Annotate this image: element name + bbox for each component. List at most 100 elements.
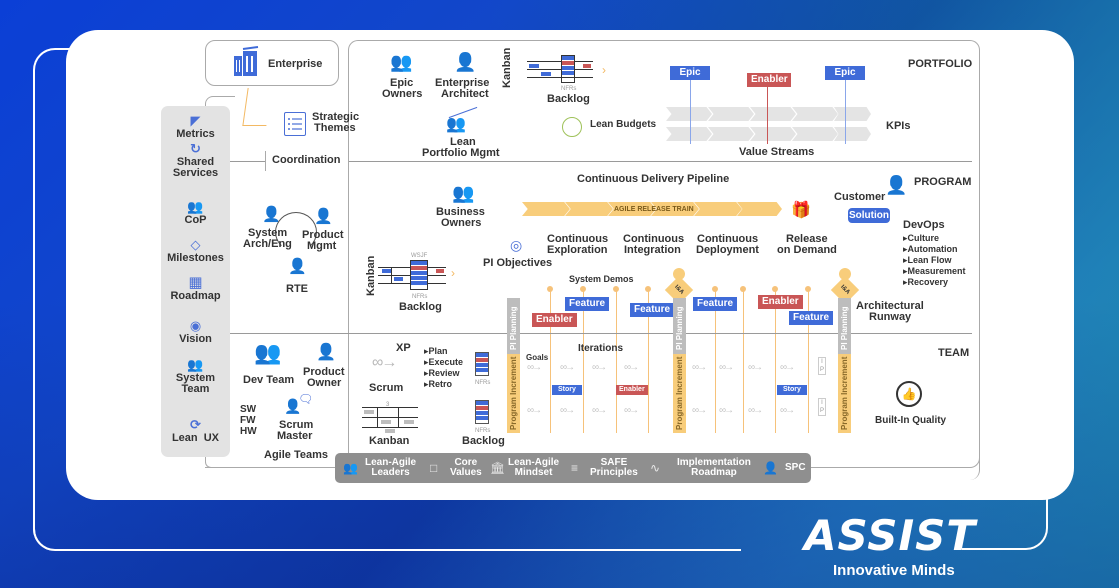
built-in-quality-label: Built-In Quality bbox=[875, 415, 947, 426]
sidebar-item-lean-ux[interactable]: ⟳ Lean UX bbox=[161, 418, 230, 444]
sidebar-item-cop[interactable]: 👥 CoP bbox=[161, 200, 230, 226]
program-enabler-tag-2[interactable]: Enabler bbox=[758, 295, 803, 309]
iterations-label: Iterations bbox=[578, 343, 624, 354]
team-enabler-tag[interactable]: Enabler bbox=[616, 385, 648, 395]
epic-owners-icon: 👥 bbox=[390, 52, 413, 72]
solution-button[interactable]: Solution bbox=[848, 208, 890, 223]
ceremony-item: ▸Execute bbox=[424, 357, 464, 367]
value-stream-track bbox=[666, 107, 871, 147]
sidebar-item-milestones[interactable]: ◇ Milestones bbox=[161, 238, 230, 264]
devops-item: ▸Culture bbox=[903, 233, 940, 243]
sidebar-item-roadmap[interactable]: ▦ Roadmap bbox=[161, 275, 230, 302]
system-arch-label-2: Arch/Eng bbox=[243, 238, 292, 250]
eye-icon: ◉ bbox=[189, 318, 202, 333]
portfolio-epic-tag-1[interactable]: Epic bbox=[670, 66, 710, 80]
program-feature-tag-2[interactable]: Feature bbox=[630, 303, 675, 317]
portfolio-epic-tag-2[interactable]: Epic bbox=[825, 66, 865, 80]
foundation-safe-principles[interactable]: SAFE Principles bbox=[590, 458, 638, 478]
business-owners-icon: 👥 bbox=[452, 183, 475, 203]
scrum-label: Scrum bbox=[369, 382, 404, 394]
mindset-icon: 🏛 bbox=[490, 461, 506, 475]
enterprise-label: Enterprise bbox=[268, 58, 323, 70]
pi-planning-bar-1[interactable]: PI Planning bbox=[507, 298, 520, 354]
portfolio-kanban-board[interactable] bbox=[527, 55, 593, 83]
spc-icon: 👤 bbox=[763, 461, 778, 475]
program-increment-bar-1[interactable]: Program Increment bbox=[507, 354, 520, 433]
enterprise-architect-label-2: Architect bbox=[441, 88, 489, 100]
cdp-title: Continuous Delivery Pipeline bbox=[577, 173, 730, 185]
coordination-label: Coordination bbox=[272, 154, 341, 166]
art-label: AGILE RELEASE TRAIN bbox=[614, 206, 694, 213]
portfolio-enabler-tag[interactable]: Enabler bbox=[747, 73, 791, 87]
program-team-divider bbox=[230, 333, 972, 334]
foundation-spc[interactable]: SPC bbox=[785, 463, 806, 473]
lean-portfolio-label-2: Portfolio Mgmt bbox=[422, 147, 500, 159]
system-team-icon: 👥 bbox=[187, 357, 204, 372]
devops-title: DevOps bbox=[903, 219, 945, 231]
list-icon bbox=[284, 112, 306, 136]
stage-exploration-2: Exploration bbox=[547, 244, 608, 256]
team-level-label: TEAM bbox=[938, 347, 970, 359]
program-feature-tag-3[interactable]: Feature bbox=[693, 297, 738, 311]
team-backlog-label: Backlog bbox=[462, 435, 505, 447]
sidebar-item-system-team[interactable]: 👥 System Team bbox=[161, 358, 230, 395]
epic-line-2 bbox=[845, 80, 846, 144]
foundation-implementation-roadmap[interactable]: Implementation Roadmap bbox=[677, 458, 751, 478]
program-increment-bar-2[interactable]: Program Increment bbox=[673, 354, 686, 433]
strategic-themes-label-2: Themes bbox=[314, 122, 356, 134]
gauge-icon: ◤ bbox=[190, 113, 201, 128]
target-icon: ◎ bbox=[510, 237, 523, 253]
agile-teams-label: Agile Teams bbox=[264, 449, 328, 461]
sidebar-item-vision[interactable]: ◉ Vision bbox=[161, 319, 230, 345]
devops-item: ▸Measurement bbox=[903, 266, 966, 276]
iteration-icon: ∞→ bbox=[719, 405, 734, 416]
program-enabler-tag-1[interactable]: Enabler bbox=[532, 313, 577, 327]
program-feature-tag-4[interactable]: Feature bbox=[789, 311, 834, 325]
logo-underline bbox=[962, 548, 982, 550]
team-kanban-board[interactable] bbox=[362, 404, 418, 434]
iteration-icon: ∞→ bbox=[748, 362, 763, 373]
iteration-icon: ∞→ bbox=[748, 405, 763, 416]
team-story-tag-1[interactable]: Story bbox=[552, 385, 582, 395]
devops-list: ▸Culture ▸Automation ▸Lean Flow ▸Measure… bbox=[903, 233, 966, 288]
pi-planning-bar-3[interactable]: PI Planning bbox=[838, 298, 851, 354]
chat-icon: 🗨 bbox=[298, 392, 314, 406]
value-streams-label: Value Streams bbox=[739, 146, 815, 158]
program-feature-tag-1[interactable]: Feature bbox=[565, 297, 610, 311]
ceremony-item: ▸Review bbox=[424, 368, 460, 378]
epic-line-1 bbox=[690, 80, 691, 144]
pi-planning-bar-2[interactable]: PI Planning bbox=[673, 298, 686, 354]
foundation-lean-agile-mindset[interactable]: Lean-Agile Mindset bbox=[508, 458, 559, 478]
system-demos-label: System Demos bbox=[569, 274, 634, 284]
dev-team-label: Dev Team bbox=[243, 374, 295, 386]
shared-services-icon: ↻ bbox=[190, 141, 201, 156]
foundation-lean-agile-leaders[interactable]: Lean-Agile Leaders bbox=[365, 458, 416, 478]
customer-label: Customer bbox=[834, 191, 886, 203]
logo-tagline: Innovative Minds bbox=[833, 562, 955, 579]
portfolio-kanban-label: Kanban bbox=[501, 47, 513, 88]
program-kanban-board[interactable] bbox=[378, 260, 446, 290]
iteration-icon: ∞→ bbox=[780, 405, 795, 416]
sidebar-item-metrics[interactable]: ◤ Metrics bbox=[161, 114, 230, 140]
iteration-icon: ∞→ bbox=[624, 405, 639, 416]
team-story-tag-2[interactable]: Story bbox=[777, 385, 807, 395]
program-increment-bar-3[interactable]: Program Increment bbox=[838, 354, 851, 433]
rte-label: RTE bbox=[286, 283, 308, 295]
scrum-master-label-2: Master bbox=[277, 430, 313, 442]
architectural-runway-label-2: Runway bbox=[869, 311, 912, 323]
community-icon: 👥 bbox=[187, 199, 204, 214]
customer-icon: 👤 bbox=[885, 175, 908, 195]
foundation-bar: 👥 Lean-Agile Leaders □ Core Values 🏛 Lean-… bbox=[335, 453, 811, 483]
iteration-icon: ∞→ bbox=[780, 362, 795, 373]
scrum-cycle-icon: ∞→ bbox=[372, 354, 397, 371]
xp-label: XP bbox=[396, 342, 411, 354]
product-owner-icon: 👤 bbox=[316, 344, 336, 361]
foundation-core-values[interactable]: Core Values bbox=[450, 458, 482, 478]
team-nfr-stack-1 bbox=[475, 352, 489, 376]
devops-item: ▸Lean Flow bbox=[903, 255, 952, 265]
iteration-icon: ∞→ bbox=[692, 362, 707, 373]
iteration-icon: ∞→ bbox=[624, 362, 639, 373]
rte-icon: 👤 bbox=[288, 258, 307, 275]
pie-chart-icon bbox=[562, 117, 582, 137]
sidebar-item-shared-services[interactable]: ↻ Shared Services bbox=[161, 142, 230, 179]
